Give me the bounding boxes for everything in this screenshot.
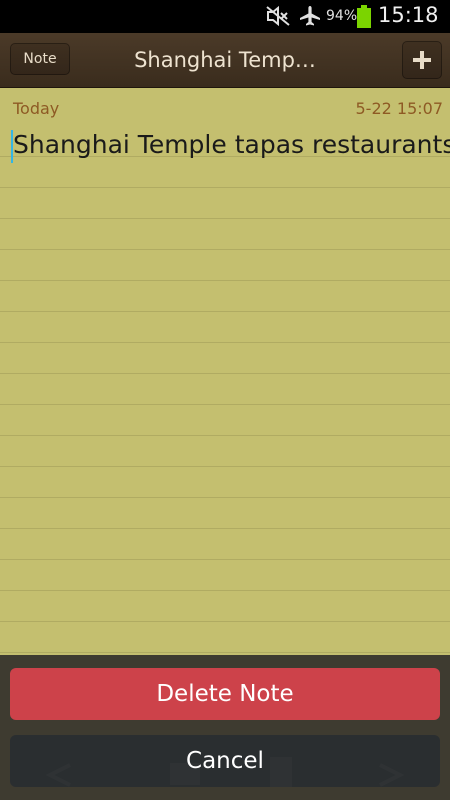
note-body-text[interactable]: Shanghai Temple tapas restaurants	[13, 130, 450, 159]
cancel-button[interactable]: Cancel	[10, 735, 440, 787]
clock: 15:18	[378, 3, 439, 27]
screen: 94% 15:18 Note Shanghai Temp… Today 5-22…	[0, 0, 450, 800]
status-bar: 94% 15:18	[0, 0, 450, 33]
plus-icon	[413, 51, 431, 69]
title-bar: Note Shanghai Temp…	[0, 33, 450, 88]
note-timestamp: 5-22 15:07	[355, 99, 443, 118]
battery-icon	[356, 5, 372, 28]
delete-note-button[interactable]: Delete Note	[10, 668, 440, 720]
note-title: Shanghai Temp…	[134, 48, 316, 72]
note-paper[interactable]: Today 5-22 15:07 Shanghai Temple tapas r…	[0, 88, 450, 658]
battery-percent: 94%	[326, 8, 358, 24]
add-note-button[interactable]	[402, 41, 442, 79]
date-label: Today	[13, 99, 60, 118]
mute-icon	[265, 5, 291, 27]
note-button[interactable]: Note	[10, 43, 70, 75]
airplane-mode-icon	[298, 5, 322, 27]
